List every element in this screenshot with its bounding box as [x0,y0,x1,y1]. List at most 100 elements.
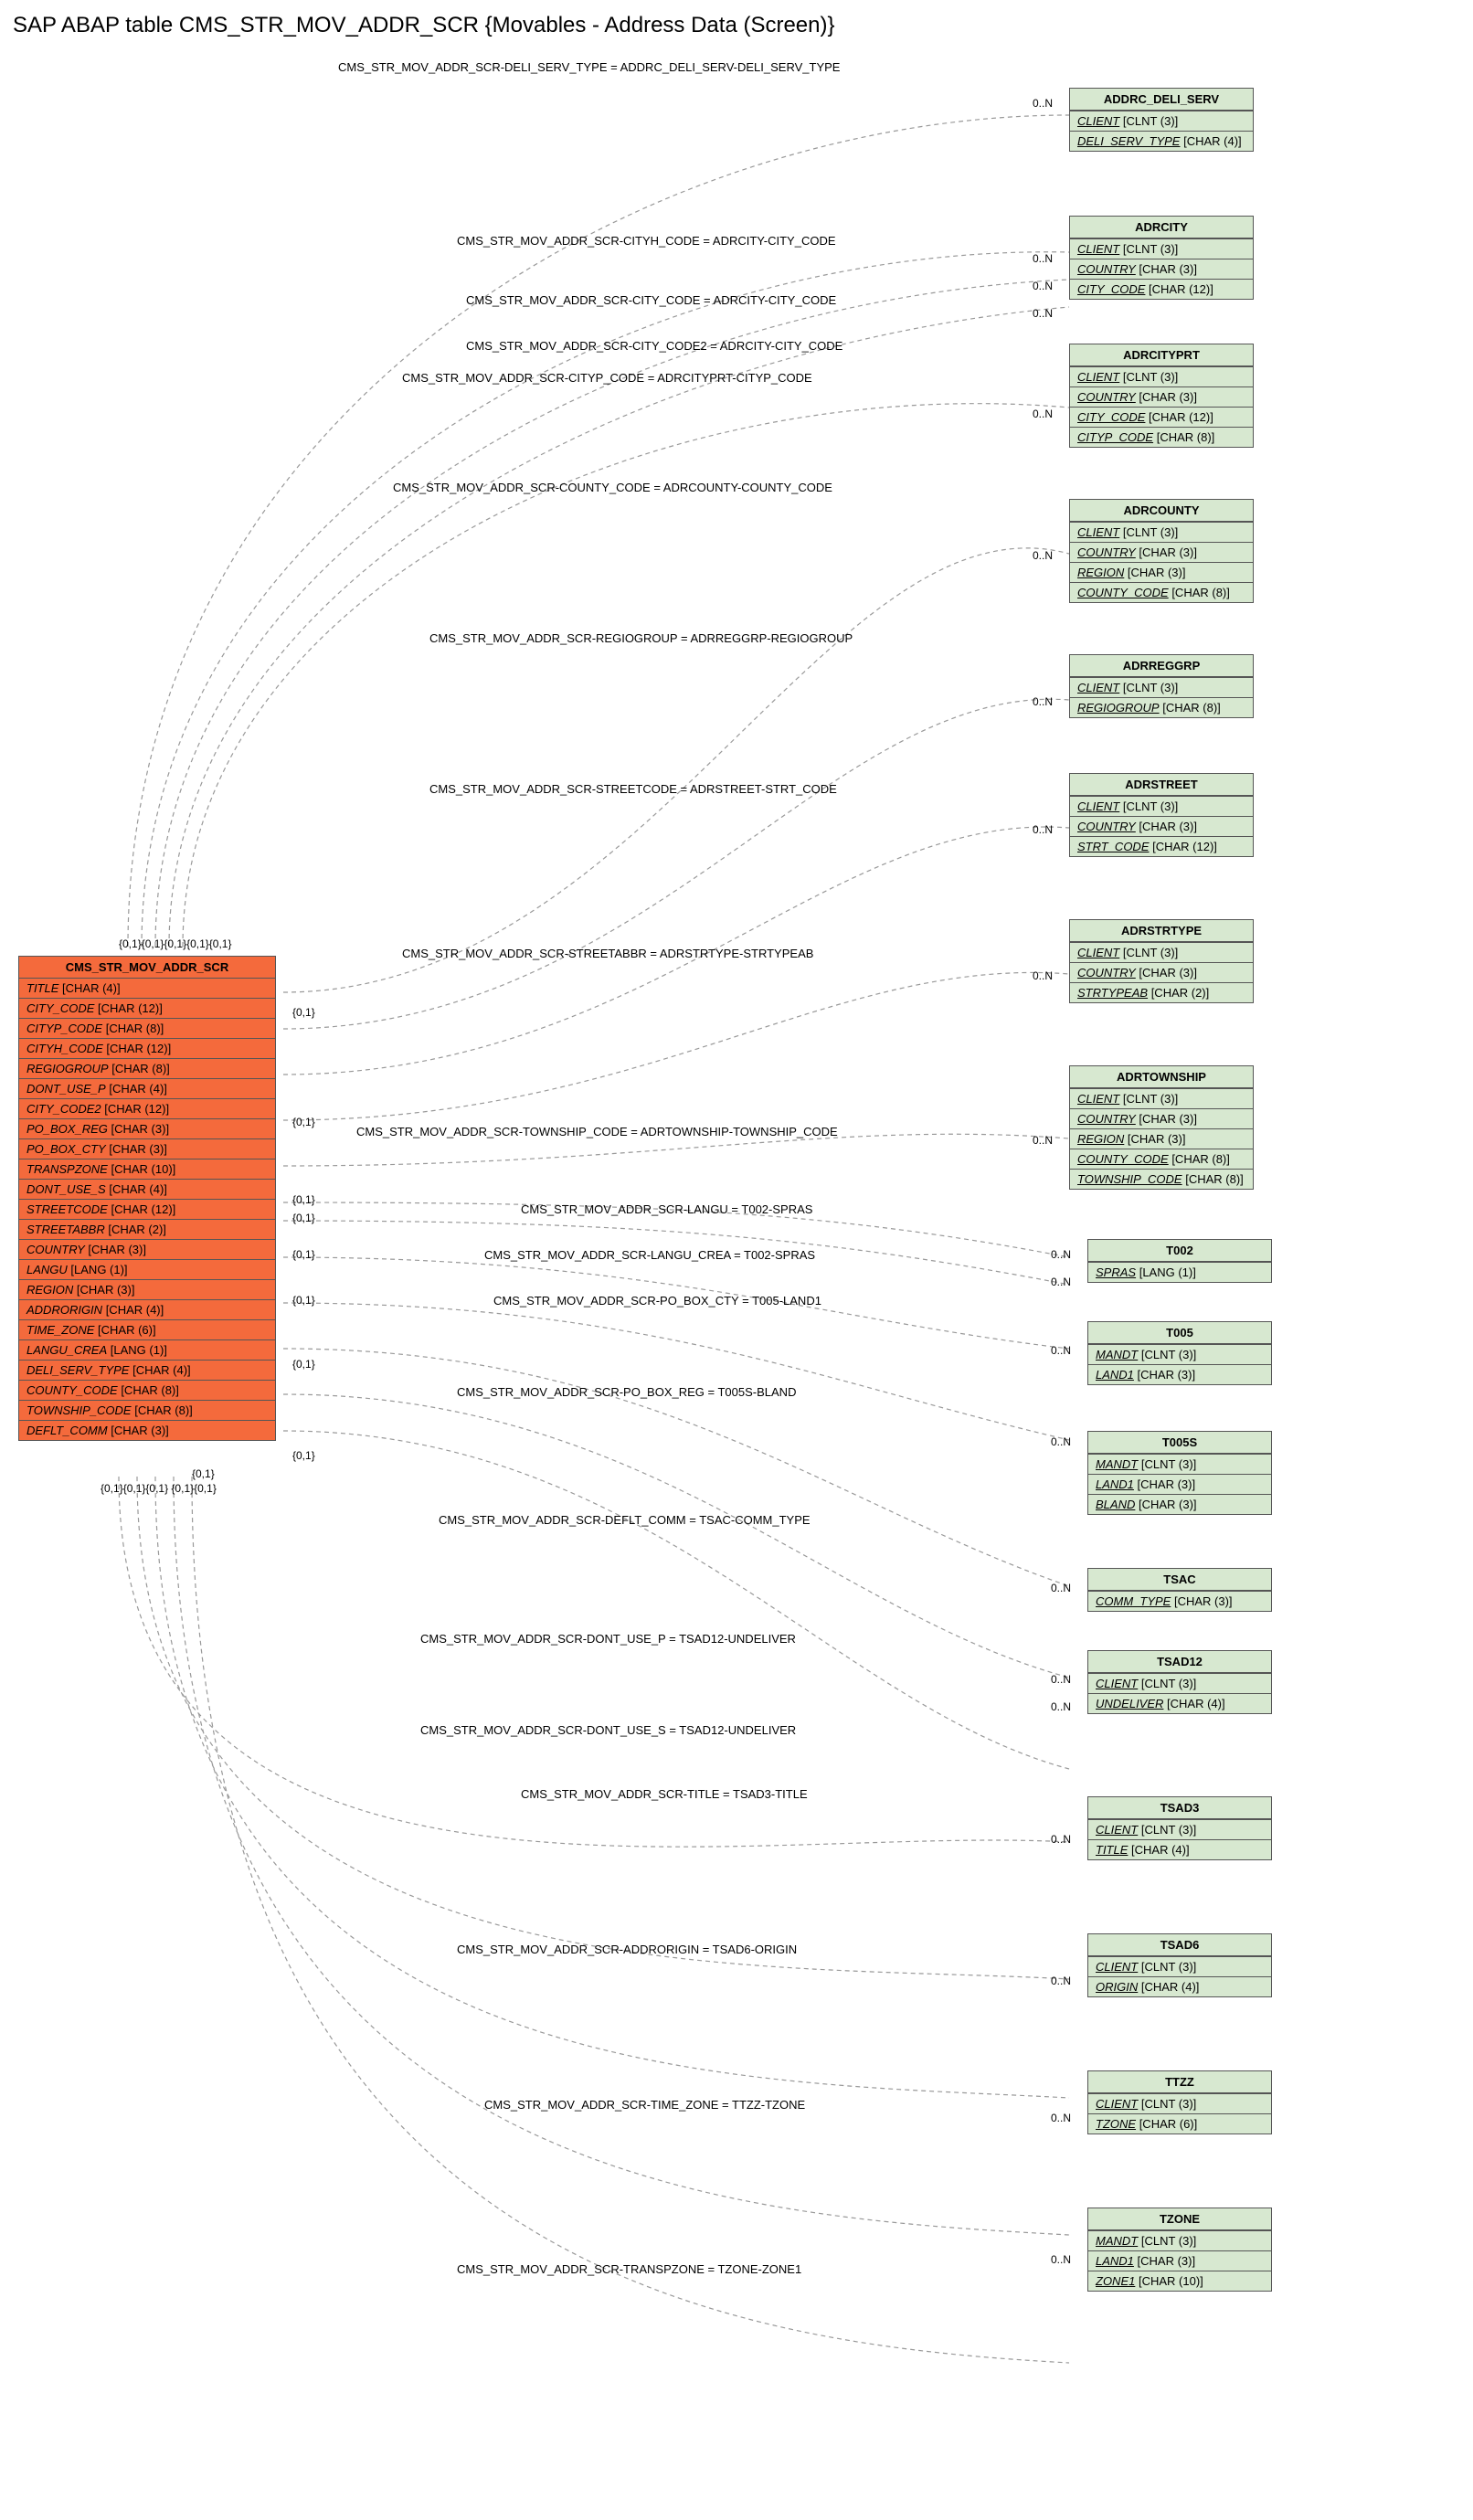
card-left: {0,1} [192,1467,215,1480]
card-bot-cluster: {0,1}{0,1}{0,1} {0,1}{0,1} [101,1482,217,1495]
entity-field: MANDT [CLNT (3)] [1088,1454,1271,1474]
card-left: {0,1} [292,1193,315,1206]
entity-adrcounty: ADRCOUNTYCLIENT [CLNT (3)]COUNTRY [CHAR … [1069,499,1254,603]
er-diagram: CMS_STR_MOV_ADDR_SCR TITLE [CHAR (4)]CIT… [9,42,1464,2500]
rel-label: CMS_STR_MOV_ADDR_SCR-CITYH_CODE = ADRCIT… [457,234,836,248]
entity-tsad3: TSAD3CLIENT [CLNT (3)]TITLE [CHAR (4)] [1087,1796,1272,1860]
entity-field: DELI_SERV_TYPE [CHAR (4)] [19,1360,275,1380]
entity-field: REGIOGROUP [CHAR (8)] [19,1058,275,1078]
rel-label: CMS_STR_MOV_ADDR_SCR-STREETCODE = ADRSTR… [429,782,837,796]
rel-label: CMS_STR_MOV_ADDR_SCR-DONT_USE_S = TSAD12… [420,1723,796,1737]
entity-tsad12: TSAD12CLIENT [CLNT (3)]UNDELIVER [CHAR (… [1087,1650,1272,1714]
entity-field: CITY_CODE [CHAR (12)] [19,998,275,1018]
entity-field: CITYP_CODE [CHAR (8)] [1070,427,1253,447]
entity-title: TSAC [1088,1569,1271,1591]
entity-field: LAND1 [CHAR (3)] [1088,1474,1271,1494]
rel-label: CMS_STR_MOV_ADDR_SCR-TITLE = TSAD3-TITLE [521,1787,808,1801]
card-right: 0..N [1051,1435,1071,1448]
entity-field: REGION [CHAR (3)] [1070,1128,1253,1149]
entity-title: TSAD12 [1088,1651,1271,1673]
card-right: 0..N [1033,97,1053,110]
entity-addrc-deli-serv: ADDRC_DELI_SERVCLIENT [CLNT (3)]DELI_SER… [1069,88,1254,152]
rel-label: CMS_STR_MOV_ADDR_SCR-LANGU = T002-SPRAS [521,1202,812,1216]
entity-field: CLIENT [CLNT (3)] [1070,111,1253,131]
entity-main: CMS_STR_MOV_ADDR_SCR TITLE [CHAR (4)]CIT… [18,956,276,1441]
entity-field: CLIENT [CLNT (3)] [1070,942,1253,962]
entity-field: CLIENT [CLNT (3)] [1070,238,1253,259]
entity-field: STREETCODE [CHAR (12)] [19,1199,275,1219]
rel-label: CMS_STR_MOV_ADDR_SCR-CITY_CODE2 = ADRCIT… [466,339,842,353]
card-left: {0,1} [292,1248,315,1261]
card-right: 0..N [1051,1673,1071,1686]
entity-t005s: T005SMANDT [CLNT (3)]LAND1 [CHAR (3)]BLA… [1087,1431,1272,1515]
page-title: SAP ABAP table CMS_STR_MOV_ADDR_SCR {Mov… [13,13,1473,38]
entity-field: COUNTRY [CHAR (3)] [1070,259,1253,279]
card-right: 0..N [1033,549,1053,562]
rel-label: CMS_STR_MOV_ADDR_SCR-COUNTY_CODE = ADRCO… [393,481,832,494]
rel-label: CMS_STR_MOV_ADDR_SCR-TRANSPZONE = TZONE-… [457,2262,801,2276]
rel-label: CMS_STR_MOV_ADDR_SCR-DONT_USE_P = TSAD12… [420,1632,796,1646]
entity-field: CLIENT [CLNT (3)] [1088,1956,1271,1976]
entity-field: COUNTRY [CHAR (3)] [1070,962,1253,982]
entity-field: LAND1 [CHAR (3)] [1088,2250,1271,2271]
entity-field: CLIENT [CLNT (3)] [1088,1819,1271,1839]
entity-field: TITLE [CHAR (4)] [1088,1839,1271,1859]
entity-field: MANDT [CLNT (3)] [1088,2230,1271,2250]
entity-field: PO_BOX_REG [CHAR (3)] [19,1118,275,1138]
entity-field: DEFLT_COMM [CHAR (3)] [19,1420,275,1440]
rel-label: CMS_STR_MOV_ADDR_SCR-TIME_ZONE = TTZZ-TZ… [484,2098,805,2112]
entity-field: CLIENT [CLNT (3)] [1088,1673,1271,1693]
entity-field: TITLE [CHAR (4)] [19,979,275,998]
entity-title: ADRREGGRP [1070,655,1253,677]
entity-title: TZONE [1088,2208,1271,2230]
entity-tzone: TZONEMANDT [CLNT (3)]LAND1 [CHAR (3)]ZON… [1087,2208,1272,2292]
rel-label: CMS_STR_MOV_ADDR_SCR-ADDRORIGIN = TSAD6-… [457,1943,797,1956]
rel-label: CMS_STR_MOV_ADDR_SCR-STREETABBR = ADRSTR… [402,947,813,960]
entity-ttzz: TTZZCLIENT [CLNT (3)]TZONE [CHAR (6)] [1087,2070,1272,2134]
entity-field: COUNTRY [CHAR (3)] [1070,542,1253,562]
card-left: {0,1} [292,1006,315,1019]
card-right: 0..N [1051,2253,1071,2266]
entity-field: TZONE [CHAR (6)] [1088,2113,1271,2134]
entity-field: TOWNSHIP_CODE [CHAR (8)] [19,1400,275,1420]
entity-field: REGIOGROUP [CHAR (8)] [1070,697,1253,717]
rel-label: CMS_STR_MOV_ADDR_SCR-CITYP_CODE = ADRCIT… [402,371,812,385]
entity-t005: T005MANDT [CLNT (3)]LAND1 [CHAR (3)] [1087,1321,1272,1385]
entity-title: ADRCITYPRT [1070,344,1253,366]
card-right: 0..N [1033,280,1053,292]
entity-adrreggrp: ADRREGGRPCLIENT [CLNT (3)]REGIOGROUP [CH… [1069,654,1254,718]
entity-field: TIME_ZONE [CHAR (6)] [19,1319,275,1339]
entity-title: T002 [1088,1240,1271,1262]
entity-field: LAND1 [CHAR (3)] [1088,1364,1271,1384]
entity-field: STREETABBR [CHAR (2)] [19,1219,275,1239]
entity-title: ADRCITY [1070,217,1253,238]
rel-label: CMS_STR_MOV_ADDR_SCR-REGIOGROUP = ADRREG… [429,631,853,645]
entity-field: STRT_CODE [CHAR (12)] [1070,836,1253,856]
entity-field: DONT_USE_S [CHAR (4)] [19,1179,275,1199]
entity-field: CITY_CODE [CHAR (12)] [1070,407,1253,427]
entity-field: COUNTRY [CHAR (3)] [1070,816,1253,836]
entity-field: CLIENT [CLNT (3)] [1070,366,1253,386]
card-left: {0,1} [292,1358,315,1371]
card-right: 0..N [1051,1276,1071,1288]
entity-field: DELI_SERV_TYPE [CHAR (4)] [1070,131,1253,151]
card-right: 0..N [1051,1700,1071,1713]
card-right: 0..N [1033,695,1053,708]
card-right: 0..N [1033,1134,1053,1147]
entity-field: COUNTY_CODE [CHAR (8)] [1070,1149,1253,1169]
entity-tsad6: TSAD6CLIENT [CLNT (3)]ORIGIN [CHAR (4)] [1087,1933,1272,1997]
entity-field: STRTYPEAB [CHAR (2)] [1070,982,1253,1002]
rel-label: CMS_STR_MOV_ADDR_SCR-PO_BOX_REG = T005S-… [457,1385,796,1399]
entity-field: COUNTRY [CHAR (3)] [19,1239,275,1259]
rel-label: CMS_STR_MOV_ADDR_SCR-LANGU_CREA = T002-S… [484,1248,815,1262]
card-right: 0..N [1033,307,1053,320]
rel-label: CMS_STR_MOV_ADDR_SCR-CITY_CODE = ADRCITY… [466,293,836,307]
card-left: {0,1} [292,1449,315,1462]
entity-field: CLIENT [CLNT (3)] [1070,522,1253,542]
card-right: 0..N [1033,823,1053,836]
entity-field: CLIENT [CLNT (3)] [1070,796,1253,816]
entity-field: SPRAS [LANG (1)] [1088,1262,1271,1282]
entity-field: CLIENT [CLNT (3)] [1088,2093,1271,2113]
card-left: {0,1} [292,1116,315,1128]
entity-field: LANGU [LANG (1)] [19,1259,275,1279]
